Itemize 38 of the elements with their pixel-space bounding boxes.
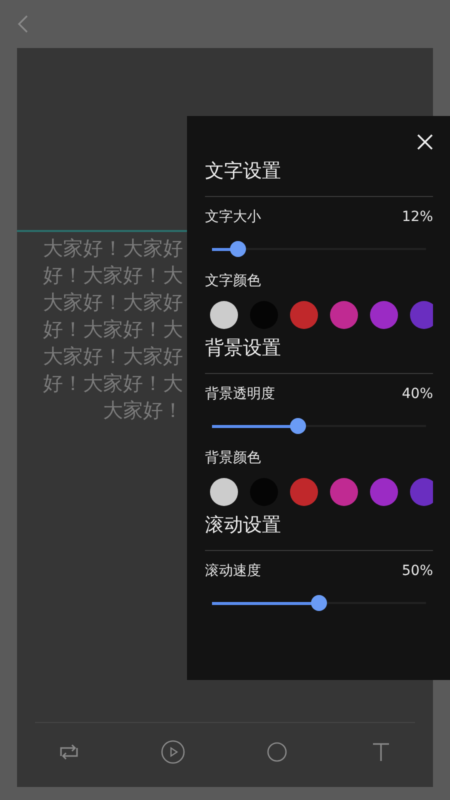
section-title: 背景设置	[205, 336, 282, 361]
color-swatch[interactable]	[410, 301, 433, 329]
slider-thumb[interactable]	[311, 595, 327, 611]
color-swatch[interactable]	[290, 301, 318, 329]
marquee-text: 大家好！大家好	[43, 235, 183, 262]
play-icon[interactable]	[161, 740, 185, 764]
setting-label: 背景颜色	[205, 449, 261, 468]
setting-value: 50%	[402, 562, 433, 581]
color-swatch[interactable]	[370, 301, 398, 329]
close-icon[interactable]	[417, 134, 433, 152]
setting-value: 12%	[402, 208, 433, 227]
slider-thumb[interactable]	[230, 241, 246, 257]
setting-label: 背景透明度	[205, 385, 275, 404]
color-swatch[interactable]	[210, 478, 238, 506]
setting-label: 滚动速度	[205, 562, 261, 581]
color-swatch[interactable]	[330, 301, 358, 329]
marquee-text: 好！大家好！大	[43, 316, 183, 343]
marquee-text: 好！大家好！大	[43, 370, 183, 397]
setting-label: 文字大小	[205, 208, 261, 227]
slider[interactable]	[212, 418, 426, 434]
color-swatch[interactable]	[330, 478, 358, 506]
color-swatch[interactable]	[370, 478, 398, 506]
color-swatch[interactable]	[210, 301, 238, 329]
section-title: 文字设置	[205, 159, 282, 184]
color-swatch[interactable]	[290, 478, 318, 506]
text-size-icon[interactable]	[370, 741, 392, 763]
marquee-text: 大家好！大家好	[43, 289, 183, 316]
section-title: 滚动设置	[205, 513, 282, 538]
marquee-text: 好！大家好！大	[43, 262, 183, 289]
marquee-text: 大家好！	[103, 397, 183, 424]
slider[interactable]	[212, 595, 426, 611]
setting-label: 文字颜色	[205, 272, 261, 291]
marquee-text: 大家好！大家好	[43, 343, 183, 370]
slider[interactable]	[212, 241, 426, 257]
back-icon[interactable]	[16, 14, 30, 34]
color-swatch[interactable]	[410, 478, 433, 506]
slider-thumb[interactable]	[290, 418, 306, 434]
setting-value: 40%	[402, 385, 433, 404]
